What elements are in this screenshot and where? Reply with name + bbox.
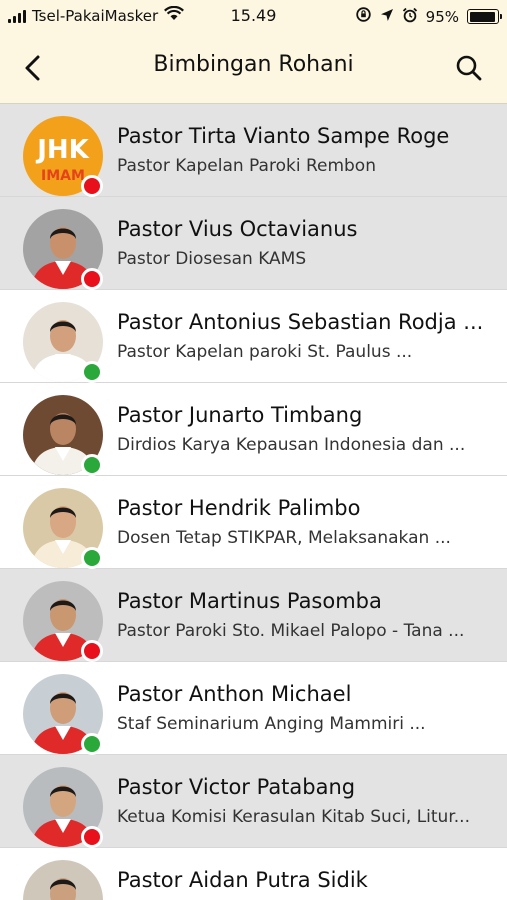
battery-percent: 95% (425, 7, 459, 26)
contact-name: Pastor Vius Octavianus (117, 217, 358, 241)
location-icon (380, 8, 394, 26)
status-bar: Tsel-PakaiMasker 15.49 95% (0, 0, 507, 32)
list-item[interactable]: Pastor Martinus Pasomba Pastor Paroki Sto… (0, 569, 507, 662)
contact-name: Pastor Aidan Putra Sidik (117, 868, 368, 892)
battery-icon (467, 9, 502, 24)
contact-description: Pastor Kapelan paroki St. Paulus ... (117, 342, 413, 362)
online-status-dot (81, 733, 103, 755)
contact-description: Staf Seminarium Anging Mammiri ... (117, 714, 426, 734)
offline-status-dot (81, 640, 103, 662)
list-item[interactable]: Pastor Hendrik Palimbo Dosen Tetap STIKPA… (0, 476, 507, 569)
contact-description: Pastor Kapelan Paroki Rembon (117, 156, 376, 176)
contact-description: Ketua Komisi Kerasulan Kitab Suci, Litur… (117, 807, 470, 827)
online-status-dot (81, 547, 103, 569)
online-status-dot (81, 361, 103, 383)
search-icon (456, 55, 482, 81)
svg-text:IMAM: IMAM (41, 168, 85, 184)
list-item[interactable]: Pastor Vius Octavianus Pastor Diosesan KA… (0, 197, 507, 290)
alarm-icon (402, 7, 418, 27)
contact-description: Dirdios Karya Kepausan Indonesia dan ... (117, 435, 466, 455)
contact-name: Pastor Martinus Pasomba (117, 589, 382, 613)
online-status-dot (81, 454, 103, 476)
navigation-bar: Bimbingan Rohani (0, 32, 507, 104)
list-item[interactable]: Pastor Junarto Timbang Dirdios Karya Kepa… (0, 383, 507, 476)
offline-status-dot (81, 268, 103, 290)
contact-list: JHK IMAM Pastor Tirta Vianto Sampe Roge Pas… (0, 104, 507, 900)
avatar (23, 860, 103, 900)
list-item[interactable]: Pastor Aidan Putra Sidik (0, 848, 507, 900)
list-item[interactable]: Pastor Antonius Sebastian Rodja ... Pasto… (0, 290, 507, 383)
svg-text:JHK: JHK (35, 135, 89, 165)
contact-name: Pastor Victor Patabang (117, 775, 356, 799)
list-item[interactable]: Pastor Victor Patabang Ketua Komisi Keras… (0, 755, 507, 848)
list-item[interactable]: Pastor Anthon Michael Staf Seminarium Ang… (0, 662, 507, 755)
contact-description: Pastor Diosesan KAMS (117, 249, 307, 269)
contact-name: Pastor Antonius Sebastian Rodja ... (117, 310, 484, 334)
list-item[interactable]: JHK IMAM Pastor Tirta Vianto Sampe Roge Pas… (0, 104, 507, 197)
status-right: 95% (355, 6, 502, 27)
battery-level (469, 11, 496, 22)
contact-name: Pastor Hendrik Palimbo (117, 496, 361, 520)
contact-description: Pastor Paroki Sto. Mikael Palopo - Tana … (117, 621, 465, 641)
search-button[interactable] (451, 50, 487, 86)
contact-description: Dosen Tetap STIKPAR, Melaksanakan ... (117, 528, 451, 548)
offline-status-dot (81, 826, 103, 848)
contact-name: Pastor Anthon Michael (117, 682, 352, 706)
rotation-lock-icon (355, 6, 372, 27)
page-title: Bimbingan Rohani (153, 52, 354, 77)
contact-name: Pastor Junarto Timbang (117, 403, 363, 427)
contact-name: Pastor Tirta Vianto Sampe Roge (117, 124, 450, 148)
offline-status-dot (81, 175, 103, 197)
